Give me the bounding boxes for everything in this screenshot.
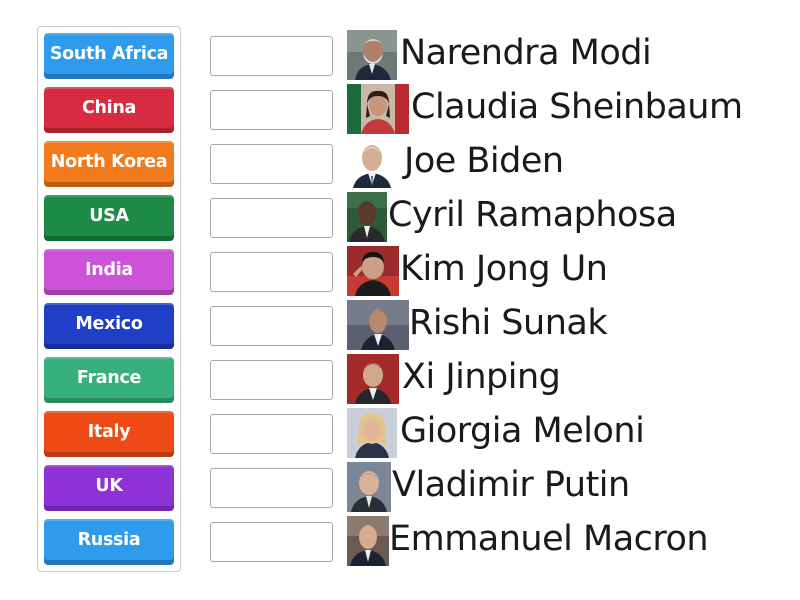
leader-photo-10 [347,516,389,566]
leader-photo-3 [347,138,397,188]
tile-china[interactable]: China [44,87,174,133]
leader-photo-4 [347,192,387,242]
drop-slot-7[interactable] [210,360,333,400]
tile-india[interactable]: India [44,249,174,295]
tile-usa[interactable]: USA [44,195,174,241]
leader-photo-2 [347,84,409,134]
drop-slot-9[interactable] [210,468,333,508]
leader-photo-5 [347,246,399,296]
leader-name-10: Emmanuel Macron [389,519,709,559]
drop-slot-5[interactable] [210,252,333,292]
tile-russia[interactable]: Russia [44,519,174,565]
tile-north-korea[interactable]: North Korea [44,141,174,187]
leader-name-6: Rishi Sunak [409,303,608,343]
drop-slot-10[interactable] [210,522,333,562]
drop-slot-8[interactable] [210,414,333,454]
drop-slot-3[interactable] [210,144,333,184]
tile-italy[interactable]: Italy [44,411,174,457]
leader-name-7: Xi Jinping [402,357,561,397]
leader-photo-8 [347,408,397,458]
answer-tile-panel: South Africa China North Korea USA India… [37,26,181,572]
tile-uk[interactable]: UK [44,465,174,511]
leader-name-9: Vladimir Putin [392,465,630,505]
leader-name-2: Claudia Sheinbaum [411,87,743,127]
leader-photo-9 [347,462,391,512]
tile-south-africa[interactable]: South Africa [44,33,174,79]
leader-name-5: Kim Jong Un [400,249,608,289]
leader-name-3: Joe Biden [404,141,564,181]
leader-photo-7 [347,354,399,404]
leader-name-8: Giorgia Meloni [400,411,645,451]
drop-slot-2[interactable] [210,90,333,130]
drop-slot-4[interactable] [210,198,333,238]
leader-photo-6 [347,300,409,350]
drop-slot-6[interactable] [210,306,333,346]
tile-mexico[interactable]: Mexico [44,303,174,349]
leader-name-1: Narendra Modi [400,33,652,73]
leader-photo-1 [347,30,397,80]
drop-slot-1[interactable] [210,36,333,76]
leader-name-4: Cyril Ramaphosa [388,195,677,235]
tile-france[interactable]: France [44,357,174,403]
